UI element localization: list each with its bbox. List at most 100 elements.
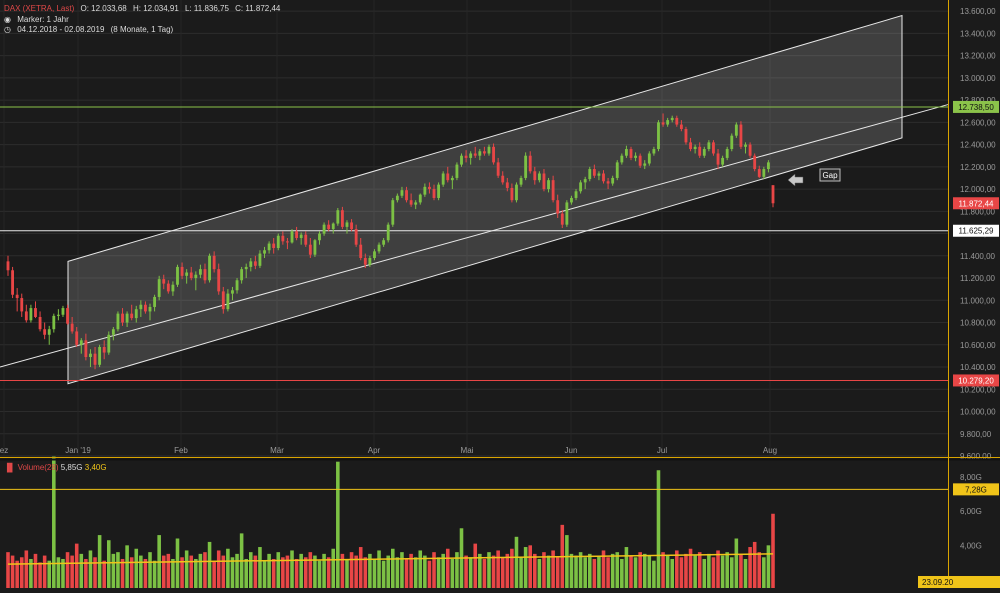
- volume-bar: [638, 552, 642, 588]
- candle-body: [602, 173, 605, 182]
- candle-body: [771, 185, 775, 204]
- dax-chart[interactable]: 13.600,00 13.400,00 13.200,00 13.000,00 12.8…: [0, 0, 1000, 588]
- volume-bar: [281, 557, 285, 588]
- price-tick-label: 12.600,00: [960, 118, 996, 127]
- candle-body: [304, 234, 308, 245]
- marker-label: Marker: 1 Jahr: [17, 15, 69, 24]
- volume-bar: [331, 548, 336, 588]
- price-tick-label: 11.000,00: [960, 296, 996, 305]
- candle-body: [75, 331, 79, 345]
- low-tag: 10.279,20: [958, 376, 994, 385]
- candle-body: [336, 210, 340, 224]
- volume-bar: [395, 557, 400, 588]
- candle-body: [579, 182, 583, 192]
- volume-bar: [597, 555, 601, 588]
- price-tick-label: 12.200,00: [960, 163, 996, 172]
- volume-bar: [88, 550, 93, 588]
- volume-bar: [161, 555, 166, 588]
- candle-body: [15, 294, 19, 299]
- volume-bar: [47, 560, 52, 588]
- candle-body: [116, 313, 120, 330]
- volume-bar: [203, 552, 207, 588]
- candle-body: [93, 353, 97, 365]
- volume-bar: [93, 557, 97, 588]
- volume-avg-value: 3,40G: [84, 463, 107, 472]
- candle-body: [762, 169, 766, 177]
- candle-body: [66, 308, 69, 324]
- candle-body: [698, 146, 702, 156]
- price-tick-label: 10.600,00: [960, 341, 996, 350]
- chart-canvas[interactable]: 13.600,0013.400,0013.200,0013.000,0012.8…: [0, 0, 1000, 588]
- volume-bar: [42, 555, 47, 588]
- candle-body: [592, 169, 596, 176]
- candle-body: [414, 202, 418, 205]
- candle-body: [450, 177, 454, 181]
- volume-bar: [189, 555, 194, 588]
- candle-body: [501, 175, 505, 183]
- candle-body: [125, 313, 129, 323]
- volume-bar: [675, 550, 679, 588]
- candle-body: [144, 304, 147, 312]
- candle-body: [79, 340, 83, 345]
- candle-body: [382, 240, 386, 245]
- time-tick-label: Feb: [174, 446, 188, 455]
- volume-bar: [697, 552, 702, 588]
- candle-body: [652, 149, 656, 154]
- candle-body: [441, 173, 445, 185]
- candle-body: [198, 269, 202, 275]
- volume-bar: [505, 553, 510, 588]
- volume-bar: [354, 555, 358, 588]
- volume-bar: [52, 456, 56, 588]
- volume-bar: [725, 552, 729, 588]
- volume-bar: [116, 552, 120, 588]
- candle-body: [386, 224, 390, 241]
- volume-bar: [65, 552, 70, 588]
- gap-arrow-icon: [787, 173, 804, 187]
- candle-body: [721, 157, 725, 165]
- volume-bar: [707, 553, 711, 588]
- candle-body: [464, 155, 468, 158]
- candle-body: [368, 258, 372, 265]
- candle-body: [528, 155, 532, 172]
- volume-bar: [358, 547, 363, 588]
- candle-body: [194, 274, 198, 279]
- candle-body: [221, 291, 225, 310]
- price-tick-label: 10.000,00: [960, 408, 996, 417]
- candle-body: [620, 155, 624, 163]
- candle-body: [565, 202, 569, 225]
- volume-bar: [661, 552, 665, 588]
- candle-body: [670, 117, 674, 121]
- candle-body: [286, 241, 289, 243]
- volume-bar: [230, 557, 235, 588]
- candle-body: [231, 290, 234, 294]
- candle-body: [753, 155, 757, 170]
- candle-body: [482, 151, 486, 154]
- volume-level-tag: 7,28G: [965, 485, 987, 494]
- candle-body: [675, 117, 679, 125]
- candle-body: [240, 269, 244, 281]
- time-tick-label: Jun: [565, 446, 578, 455]
- volume-bar: [482, 558, 487, 588]
- volume-bar: [652, 560, 656, 588]
- candle-body: [153, 296, 157, 307]
- candle-body: [638, 155, 642, 166]
- volume-bar: [244, 558, 248, 588]
- marker-icon: ◉: [4, 15, 11, 24]
- volume-bar: [537, 558, 542, 588]
- candle-body: [725, 149, 729, 158]
- candle-body: [212, 255, 216, 270]
- candle-body: [217, 269, 221, 292]
- price-tick-label: 10.200,00: [960, 385, 996, 394]
- candle-body: [766, 162, 770, 170]
- volume-bar: [363, 557, 368, 588]
- candle-body: [276, 235, 280, 249]
- volume-bar: [555, 557, 560, 588]
- high-value: H: 12.034,91: [132, 4, 179, 13]
- candle-body: [505, 182, 509, 188]
- candle-body: [89, 353, 92, 358]
- volume-bar: [684, 553, 688, 588]
- candle-body: [377, 244, 381, 252]
- volume-bar: [624, 547, 629, 588]
- volume-bar: [97, 535, 102, 588]
- candle-body: [524, 155, 528, 178]
